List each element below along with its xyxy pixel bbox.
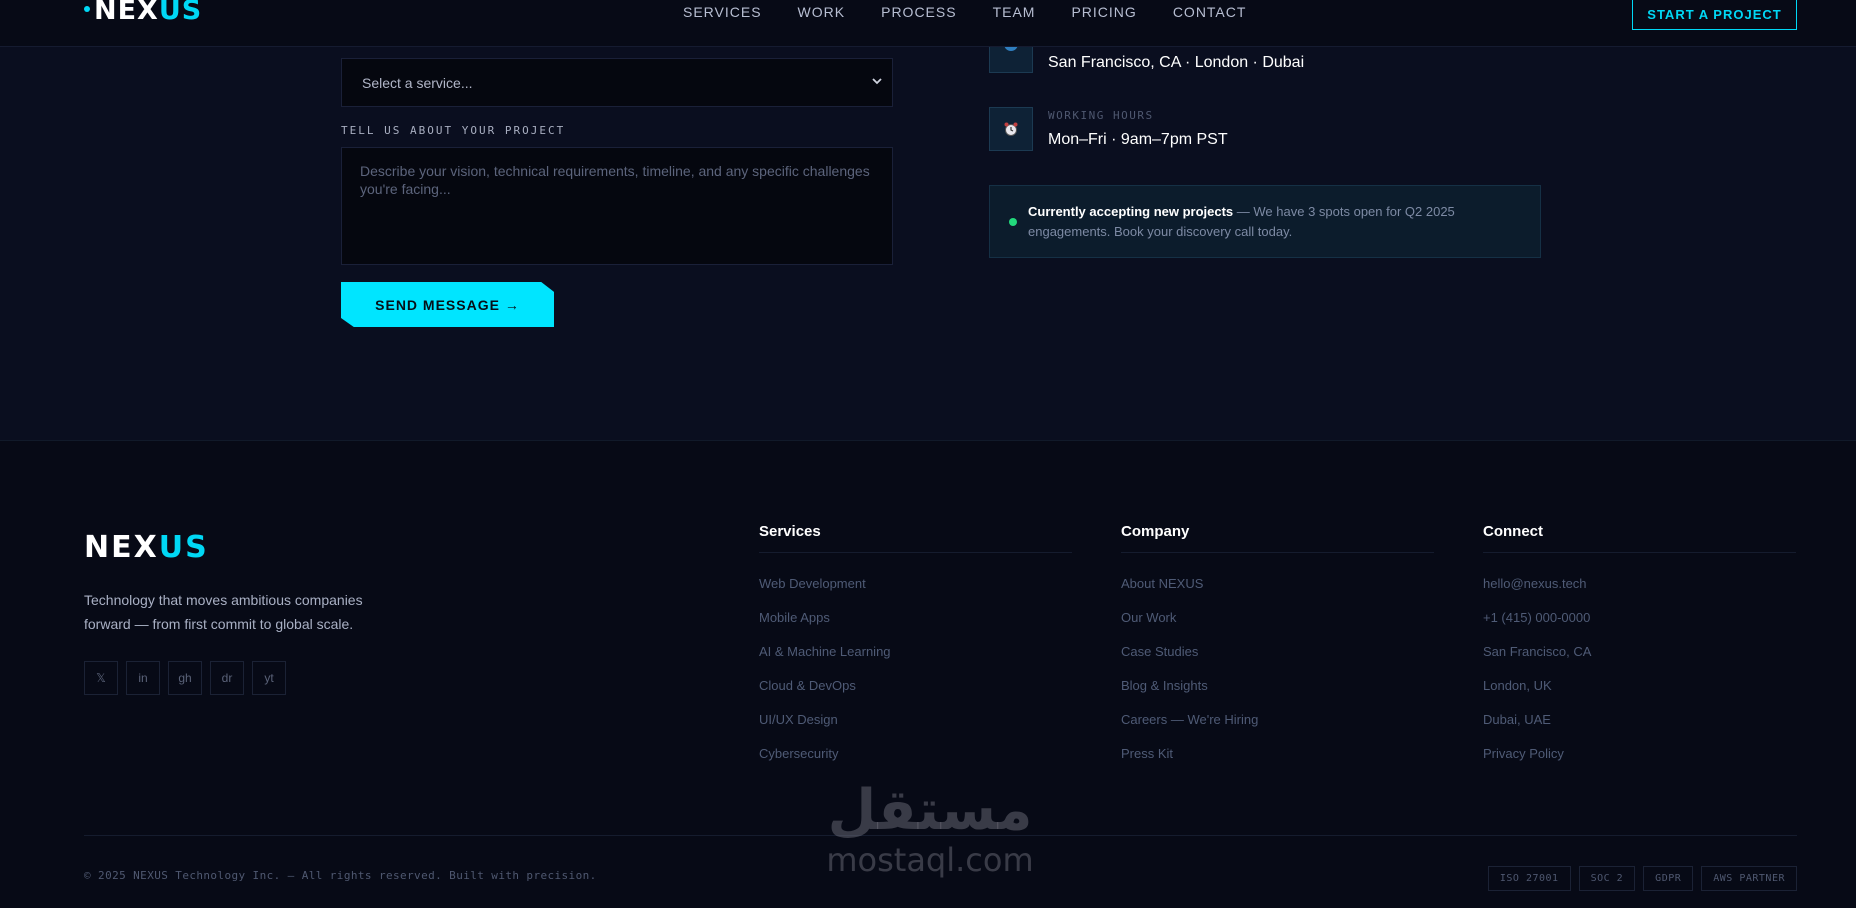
certification-badges: ISO 27001 SOC 2 GDPR AWS PARTNER xyxy=(1487,866,1797,891)
status-dot-icon xyxy=(1009,218,1017,226)
project-textarea-placeholder: Describe your vision, technical requirem… xyxy=(360,163,870,197)
footer-link[interactable]: UI/UX Design xyxy=(759,711,1072,745)
footer-link[interactable]: Dubai, UAE xyxy=(1483,711,1796,745)
footer-link[interactable]: AI & Machine Learning xyxy=(759,643,1072,677)
dribbble-icon[interactable]: dr xyxy=(210,661,244,695)
nav-link-process[interactable]: PROCESS xyxy=(881,4,956,20)
footer-column-company: Company About NEXUS Our Work Case Studie… xyxy=(1121,523,1434,779)
nav-link-pricing[interactable]: PRICING xyxy=(1071,4,1136,20)
footer-link[interactable]: San Francisco, CA xyxy=(1483,643,1796,677)
logo-text-cyan: US xyxy=(158,0,203,26)
nav-link-contact[interactable]: CONTACT xyxy=(1173,4,1247,20)
project-field-label: TELL US ABOUT YOUR PROJECT xyxy=(341,124,566,137)
footer-link[interactable]: Cloud & DevOps xyxy=(759,677,1072,711)
footer-link[interactable]: Blog & Insights xyxy=(1121,677,1434,711)
badge-gdpr: GDPR xyxy=(1643,866,1694,891)
send-message-button[interactable]: SEND MESSAGE → xyxy=(341,282,554,327)
linkedin-icon[interactable]: in xyxy=(126,661,160,695)
footer-link[interactable]: +1 (415) 000-0000 xyxy=(1483,609,1796,643)
footer-link[interactable]: Privacy Policy xyxy=(1483,745,1796,779)
footer-tagline: Technology that moves ambitious companie… xyxy=(84,592,363,632)
footer-link[interactable]: Careers — We're Hiring xyxy=(1121,711,1434,745)
footer-link[interactable]: London, UK xyxy=(1483,677,1796,711)
nav-logo[interactable]: NEXUS xyxy=(84,0,202,26)
watermark-arabic: مستقل xyxy=(827,778,1033,843)
youtube-icon[interactable]: yt xyxy=(252,661,286,695)
mostaql-watermark: مستقل mostaql.com xyxy=(810,780,1050,890)
footer-link[interactable]: Press Kit xyxy=(1121,745,1434,779)
x-twitter-icon[interactable]: 𝕏 xyxy=(84,661,118,695)
availability-bold: Currently accepting new projects xyxy=(1028,204,1234,219)
footer-link[interactable]: Our Work xyxy=(1121,609,1434,643)
copyright-text: © 2025 NEXUS Technology Inc. — All right… xyxy=(84,869,597,882)
footer-link[interactable]: Mobile Apps xyxy=(759,609,1072,643)
nav-link-team[interactable]: TEAM xyxy=(993,4,1036,20)
logo-text-white: NEX xyxy=(94,0,159,26)
locations-value: San Francisco, CA · London · Dubai xyxy=(1048,54,1305,71)
badge-iso: ISO 27001 xyxy=(1487,866,1571,891)
footer-link[interactable]: Web Development xyxy=(759,575,1072,609)
nav-link-work[interactable]: WORK xyxy=(798,4,846,20)
badge-aws: AWS PARTNER xyxy=(1701,866,1797,891)
footer-column-title: Connect xyxy=(1483,523,1796,553)
footer-link[interactable]: Cybersecurity xyxy=(759,745,1072,779)
logo-dot-icon xyxy=(84,5,90,12)
github-icon[interactable]: gh xyxy=(168,661,202,695)
working-hours-value: Mon–Fri · 9am–7pm PST xyxy=(1048,131,1228,148)
working-hours-label: WORKING HOURS xyxy=(1048,109,1154,122)
service-select-value: Select a service... xyxy=(362,74,473,91)
footer-logo-cyan: US xyxy=(158,530,209,565)
service-select[interactable]: Select a service... xyxy=(341,58,893,107)
footer-link[interactable]: hello@nexus.tech xyxy=(1483,575,1796,609)
footer-logo[interactable]: NEXUS xyxy=(84,530,209,565)
badge-soc2: SOC 2 xyxy=(1578,866,1636,891)
watermark-latin: mostaql.com xyxy=(826,841,1034,879)
availability-text: Currently accepting new projects — We ha… xyxy=(1028,202,1498,242)
nav-link-services[interactable]: SERVICES xyxy=(683,4,762,20)
start-project-button[interactable]: START A PROJECT xyxy=(1632,0,1797,30)
footer-logo-white: NEX xyxy=(84,530,159,565)
footer-column-services: Services Web Development Mobile Apps AI … xyxy=(759,523,1072,779)
footer-column-title: Services xyxy=(759,523,1072,553)
availability-notice: Currently accepting new projects — We ha… xyxy=(989,185,1541,258)
footer-column-title: Company xyxy=(1121,523,1434,553)
project-description-textarea[interactable]: Describe your vision, technical requirem… xyxy=(341,147,893,265)
top-navbar: NEXUS SERVICES WORK PROCESS TEAM PRICING… xyxy=(0,0,1856,47)
footer-link[interactable]: Case Studies xyxy=(1121,643,1434,677)
nav-links: SERVICES WORK PROCESS TEAM PRICING CONTA… xyxy=(683,4,1282,20)
footer-column-connect: Connect hello@nexus.tech +1 (415) 000-00… xyxy=(1483,523,1796,779)
footer-link[interactable]: About NEXUS xyxy=(1121,575,1434,609)
chevron-down-icon xyxy=(872,78,882,85)
alarm-clock-icon xyxy=(989,107,1033,151)
social-links: 𝕏 in gh dr yt xyxy=(84,661,286,695)
